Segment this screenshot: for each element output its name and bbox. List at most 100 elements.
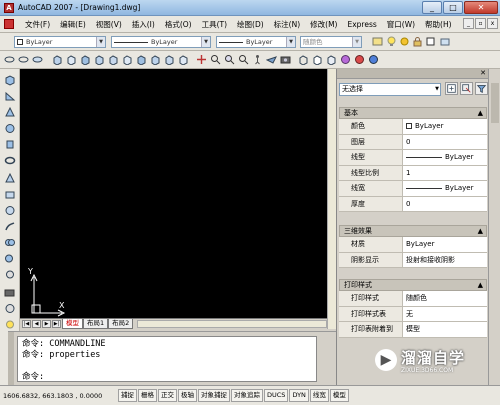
property-row[interactable]: 线型 ByLayer: [339, 150, 487, 166]
doc-restore-button[interactable]: ▫: [475, 18, 486, 29]
grid-button[interactable]: 栅格: [138, 389, 157, 402]
ne-iso-view-icon[interactable]: [164, 54, 175, 65]
last-tab-button[interactable]: ▶|: [52, 320, 61, 328]
property-row[interactable]: 线型比例 1: [339, 165, 487, 181]
shademode-hidden-icon[interactable]: [312, 54, 323, 65]
canvas-horizontal-scrollbar[interactable]: [137, 320, 327, 328]
section-general-header[interactable]: 基本 ▲: [339, 107, 487, 119]
zoom-realtime-icon[interactable]: [210, 54, 221, 65]
document-icon[interactable]: [4, 19, 14, 29]
next-tab-button[interactable]: ▶: [42, 320, 51, 328]
lineweight-combo[interactable]: ByLayer ▼: [216, 36, 296, 48]
wedge-icon[interactable]: [4, 91, 16, 102]
property-row[interactable]: 打印样式表无: [339, 306, 487, 322]
zoom-window-icon[interactable]: [224, 54, 235, 65]
intersect-icon[interactable]: [4, 269, 16, 280]
pyramid-icon[interactable]: [4, 173, 16, 184]
palette-auto-hide-bar[interactable]: [491, 83, 499, 123]
canvas-vertical-scrollbar[interactable]: [327, 69, 336, 329]
cylinder-icon[interactable]: [4, 139, 16, 150]
shademode-gouraud-icon[interactable]: [340, 54, 351, 65]
tab-layout1[interactable]: 布局1: [83, 319, 109, 329]
torus-icon[interactable]: [4, 155, 16, 166]
extrude-icon[interactable]: [4, 189, 16, 200]
menu-format[interactable]: 格式(O): [160, 19, 197, 30]
menu-dimension[interactable]: 标注(N): [269, 19, 305, 30]
menu-draw[interactable]: 绘图(D): [232, 19, 269, 30]
back-view-icon[interactable]: [122, 54, 133, 65]
sun-icon[interactable]: [399, 36, 410, 47]
layer-previous-icon[interactable]: [440, 36, 451, 47]
sphere-icon[interactable]: [4, 123, 16, 134]
doc-minimize-button[interactable]: _: [463, 18, 474, 29]
lock-icon[interactable]: [412, 36, 423, 47]
property-row[interactable]: 材质 ByLayer: [339, 237, 487, 253]
section-plot-style-header[interactable]: 打印样式 ▲: [339, 279, 487, 291]
plotstyle-combo[interactable]: 随颜色 ▼: [300, 36, 362, 48]
nw-iso-view-icon[interactable]: [178, 54, 189, 65]
orbit-free-icon[interactable]: [18, 54, 29, 65]
lights-icon[interactable]: [4, 319, 16, 330]
property-row[interactable]: 打印表附着到 模型: [339, 322, 487, 338]
box-icon[interactable]: [4, 75, 16, 86]
lineweight-button[interactable]: 线宽: [309, 389, 329, 402]
subtract-icon[interactable]: [4, 253, 16, 264]
menu-edit[interactable]: 编辑(E): [55, 19, 91, 30]
bottom-view-icon[interactable]: [66, 54, 77, 65]
select-objects-icon[interactable]: [460, 82, 473, 95]
shademode-realistic-icon[interactable]: [354, 54, 365, 65]
orbit-icon[interactable]: [4, 54, 15, 65]
collapse-icon[interactable]: ▲: [478, 226, 483, 236]
union-icon[interactable]: [4, 237, 16, 248]
command-input[interactable]: 命令:: [22, 372, 312, 383]
sweep-icon[interactable]: [4, 221, 16, 232]
se-iso-view-icon[interactable]: [150, 54, 161, 65]
snap-button[interactable]: 捕捉: [118, 389, 137, 402]
property-row[interactable]: 颜色 ByLayer: [339, 119, 487, 135]
otrack-button[interactable]: 对象追踪: [231, 389, 263, 402]
shademode-wire-icon[interactable]: [298, 54, 309, 65]
revolve-icon[interactable]: [4, 205, 16, 216]
menu-express[interactable]: Express: [342, 20, 381, 29]
top-view-icon[interactable]: [52, 54, 63, 65]
menu-window[interactable]: 窗口(W): [382, 19, 420, 30]
selection-combo[interactable]: 无选择 ▼: [339, 83, 441, 96]
minimize-button[interactable]: _: [422, 1, 442, 14]
tab-layout2[interactable]: 布局2: [108, 319, 134, 329]
property-row[interactable]: 阴影显示 投射和接收阴影: [339, 252, 487, 268]
shademode-flat-icon[interactable]: [326, 54, 337, 65]
pan-icon[interactable]: [196, 54, 207, 65]
doc-close-button[interactable]: x: [487, 18, 498, 29]
osnap-button[interactable]: 对象捕捉: [198, 389, 230, 402]
right-view-icon[interactable]: [94, 54, 105, 65]
ducs-button[interactable]: DUCS: [264, 389, 289, 402]
menu-help[interactable]: 帮助(H): [420, 19, 457, 30]
collapse-icon[interactable]: ▲: [478, 280, 483, 290]
menu-modify[interactable]: 修改(M): [305, 19, 342, 30]
autocad-app-icon[interactable]: A: [4, 3, 14, 13]
close-icon[interactable]: ✕: [480, 69, 486, 78]
drawing-canvas[interactable]: Y X: [20, 69, 327, 321]
front-view-icon[interactable]: [108, 54, 119, 65]
command-history[interactable]: 命令: COMMANDLINE 命令: properties 命令:: [17, 336, 317, 382]
cone-icon[interactable]: [4, 107, 16, 118]
property-row[interactable]: 线宽 ByLayer: [339, 181, 487, 197]
menu-view[interactable]: 视图(V): [91, 19, 127, 30]
maximize-button[interactable]: □: [443, 1, 463, 14]
coordinate-readout[interactable]: 1606.6832, 663.1803 , 0.0000: [0, 392, 118, 400]
property-row[interactable]: 厚度 0: [339, 196, 487, 212]
color-square-icon[interactable]: [425, 36, 436, 47]
fly-icon[interactable]: [266, 54, 277, 65]
toggle-pickadd-icon[interactable]: [445, 82, 458, 95]
camera-icon[interactable]: [280, 54, 291, 65]
ortho-button[interactable]: 正交: [158, 389, 177, 402]
section-3d-effects-header[interactable]: 三维效果 ▲: [339, 225, 487, 237]
property-row[interactable]: 图层 0: [339, 134, 487, 150]
palette-header[interactable]: ✕: [337, 69, 488, 79]
first-tab-button[interactable]: |◀: [22, 320, 31, 328]
left-view-icon[interactable]: [80, 54, 91, 65]
orbit-continuous-icon[interactable]: [32, 54, 43, 65]
zoom-previous-icon[interactable]: [238, 54, 249, 65]
shademode-conceptual-icon[interactable]: [368, 54, 379, 65]
layer-manager-icon[interactable]: [372, 36, 383, 47]
